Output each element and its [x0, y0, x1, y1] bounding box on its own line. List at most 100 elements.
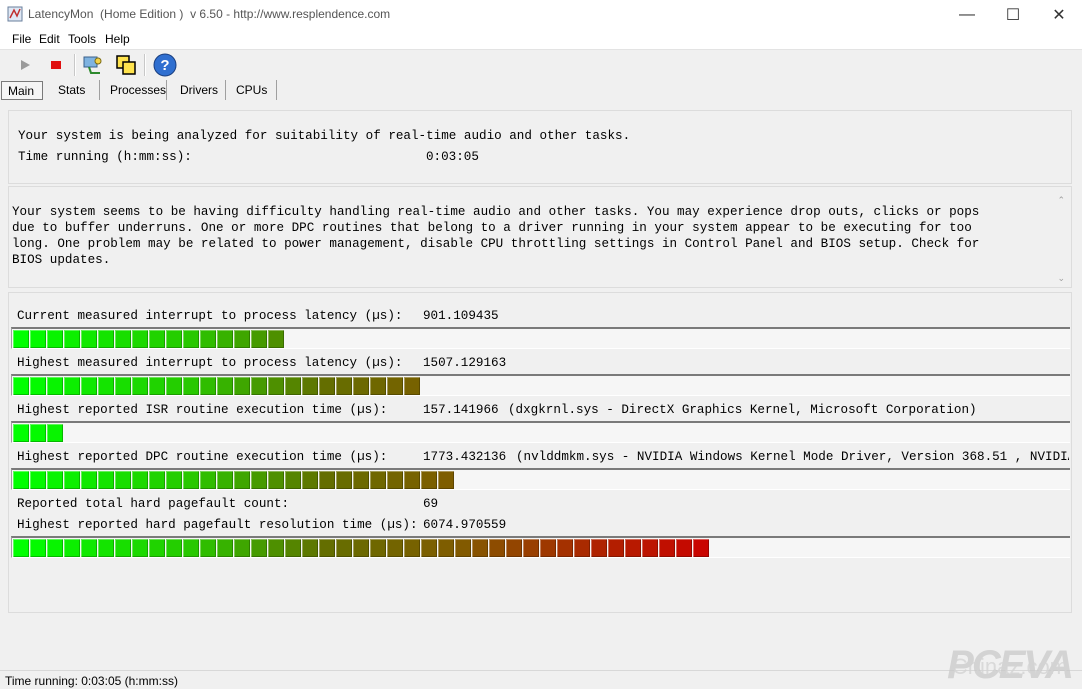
windows-button[interactable] — [113, 52, 139, 78]
latency-bar — [11, 468, 1070, 490]
app-icon — [7, 6, 23, 22]
bar-segment — [506, 539, 522, 557]
bar-segment — [421, 471, 437, 489]
bar-segment — [64, 471, 80, 489]
windows-icon — [116, 55, 136, 75]
bar-segment — [234, 471, 250, 489]
bar-segment — [319, 471, 335, 489]
latency-bar — [11, 421, 1070, 443]
help-button[interactable]: ? — [152, 52, 178, 78]
tab-processes[interactable]: Processes — [104, 80, 167, 100]
conclusion-panel: Your system seems to be having difficult… — [8, 186, 1072, 288]
tab-cpus-label: CPUs — [236, 83, 268, 97]
tab-main-label: Main — [8, 83, 35, 98]
latency-bar — [11, 327, 1070, 349]
metric-detail: (dxgkrnl.sys - DirectX Graphics Kernel, … — [508, 403, 977, 417]
bar-segment — [302, 539, 318, 557]
bar-segment — [438, 539, 454, 557]
bar-segment — [268, 377, 284, 395]
bar-segment — [149, 539, 165, 557]
bar-segment — [336, 377, 352, 395]
bar-segment — [387, 539, 403, 557]
bar-segment — [30, 539, 46, 557]
bar-segment — [608, 539, 624, 557]
start-button[interactable] — [12, 52, 38, 78]
bar-segment — [81, 330, 97, 348]
tab-cpus[interactable]: CPUs — [230, 80, 277, 100]
bar-segment — [404, 471, 420, 489]
minimize-button[interactable]: — — [944, 0, 990, 29]
bar-segment — [285, 471, 301, 489]
scroll-down-icon[interactable]: ⌄ — [1057, 273, 1065, 284]
bar-segment — [370, 377, 386, 395]
bar-segment — [336, 539, 352, 557]
bar-segment — [115, 539, 131, 557]
bar-segment — [132, 330, 148, 348]
bar-segment — [149, 377, 165, 395]
stop-button[interactable] — [43, 52, 69, 78]
metric-value: 1507.129163 — [423, 356, 507, 370]
help-glyph: ? — [160, 57, 169, 74]
tab-bar: Main Stats Processes Drivers CPUs — [0, 80, 1082, 102]
bar-segment — [81, 539, 97, 557]
bar-segment — [166, 539, 182, 557]
bar-segment — [557, 539, 573, 557]
close-button[interactable]: ✕ — [1036, 0, 1082, 29]
bar-segment — [183, 377, 199, 395]
tab-stats[interactable]: Stats — [52, 80, 100, 100]
bar-segment — [540, 539, 556, 557]
bar-segment — [30, 471, 46, 489]
bar-segment — [217, 377, 233, 395]
metrics-panel: Current measured interrupt to process la… — [8, 292, 1072, 613]
toolbar-separator-2 — [144, 54, 146, 76]
scroll-up-icon[interactable]: ⌃ — [1057, 195, 1065, 206]
minimize-icon: — — [959, 5, 975, 23]
bar-segment — [251, 539, 267, 557]
bar-segment — [302, 471, 318, 489]
bar-segment — [319, 539, 335, 557]
bar-segment — [132, 377, 148, 395]
stop-icon — [51, 61, 61, 69]
bar-segment — [455, 539, 471, 557]
bar-segment — [98, 377, 114, 395]
bar-segment — [387, 471, 403, 489]
bar-segment — [234, 330, 250, 348]
help-icon: ? — [153, 53, 177, 77]
play-icon — [21, 60, 30, 70]
tab-stats-label: Stats — [58, 83, 86, 97]
menu-file[interactable]: File — [12, 32, 31, 46]
bar-segment — [421, 539, 437, 557]
bar-segment — [200, 471, 216, 489]
bar-segment — [404, 539, 420, 557]
tab-drivers[interactable]: Drivers — [174, 80, 226, 100]
bar-segment — [132, 539, 148, 557]
watermark-text: Chinaz.com — [951, 654, 1068, 679]
maximize-button[interactable]: ☐ — [990, 0, 1036, 29]
bar-segment — [302, 377, 318, 395]
bar-segment — [149, 471, 165, 489]
bar-segment — [234, 377, 250, 395]
bar-segment — [472, 539, 488, 557]
metric-label: Highest reported hard pagefault resoluti… — [17, 518, 418, 532]
maximize-icon: ☐ — [1005, 6, 1021, 24]
bar-segment — [489, 539, 505, 557]
bar-segment — [149, 330, 165, 348]
menu-help[interactable]: Help — [105, 32, 130, 46]
time-running-value: 0:03:05 — [426, 150, 479, 164]
tab-main[interactable]: Main — [1, 81, 43, 100]
bar-segment — [693, 539, 709, 557]
metric-value: 69 — [423, 497, 439, 511]
close-icon: ✕ — [1052, 6, 1066, 24]
conclusion-line-4: BIOS updates. — [12, 253, 111, 267]
metric-label: Highest measured interrupt to process la… — [17, 356, 403, 370]
monitor-button[interactable] — [80, 52, 106, 78]
menu-edit[interactable]: Edit — [39, 32, 60, 46]
bar-segment — [98, 330, 114, 348]
menu-tools[interactable]: Tools — [68, 32, 96, 46]
bar-segment — [353, 471, 369, 489]
bar-segment — [98, 539, 114, 557]
window-title: LatencyMon (Home Edition ) v 6.50 - http… — [28, 7, 391, 21]
bar-segment — [591, 539, 607, 557]
metric-value: 157.141966 — [423, 403, 499, 417]
conclusion-line-2: due to buffer underruns. One or more DPC… — [12, 221, 972, 235]
